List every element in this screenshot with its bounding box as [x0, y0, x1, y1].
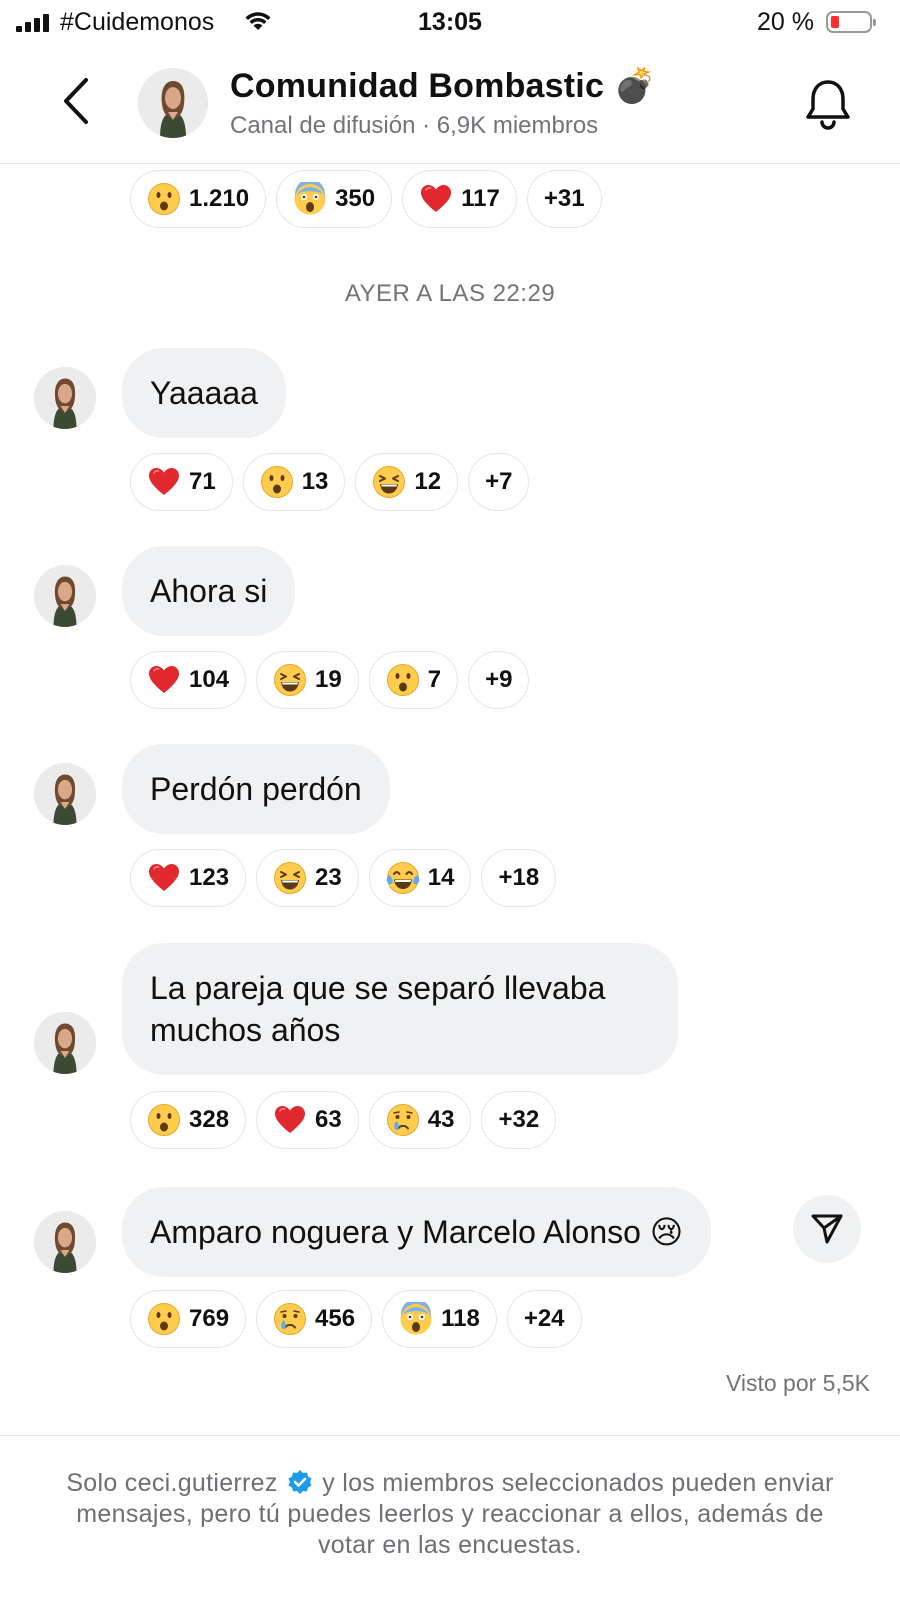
reaction-chip[interactable]: 14 — [368, 849, 472, 907]
reaction-bar: 71 13 12 +7 — [130, 453, 530, 511]
laughing-face-icon — [373, 466, 406, 498]
red-heart-icon — [149, 864, 179, 891]
laughing-face-icon — [274, 862, 307, 894]
crying-face-icon — [274, 1303, 307, 1335]
message-bubble[interactable]: Amparo noguera y Marcelo Alonso 😢 — [122, 1187, 712, 1277]
reaction-bar: 769 456 118 +24 — [130, 1290, 582, 1348]
reaction-bar: 1.210 350 117 +31 — [130, 170, 602, 228]
channel-header: Comunidad Bombastic 💣 Canal de difusión … — [0, 46, 900, 164]
channel-permissions-notice: Solo ceci.gutierrez y los miembros selec… — [60, 1468, 840, 1561]
sender-avatar[interactable] — [34, 763, 96, 825]
sender-avatar[interactable] — [34, 1211, 96, 1273]
message-bubble[interactable]: Ahora si — [122, 546, 296, 636]
more-reactions-chip[interactable]: +32 — [481, 1091, 557, 1149]
surprised-face-icon — [260, 466, 293, 498]
bell-icon — [806, 80, 850, 130]
surprised-face-icon — [148, 1104, 180, 1136]
reaction-chip[interactable]: 769 — [130, 1290, 247, 1348]
reaction-bar: 123 23 14 +18 — [130, 849, 557, 907]
crying-face-icon — [386, 1104, 419, 1136]
laughing-face-icon — [274, 664, 307, 696]
notice-text-start: Solo ceci.gutierrez — [66, 1469, 278, 1497]
screaming-face-icon — [400, 1302, 432, 1335]
seen-by-count[interactable]: Visto por 5,5K — [726, 1370, 870, 1397]
send-icon — [811, 1214, 843, 1244]
battery-icon — [826, 11, 876, 33]
more-reactions-chip[interactable]: +24 — [506, 1290, 582, 1348]
tears-of-joy-face-icon — [386, 862, 419, 894]
more-reactions-chip[interactable]: +7 — [468, 453, 530, 511]
more-reactions-chip[interactable]: +9 — [468, 651, 530, 709]
sender-avatar[interactable] — [34, 565, 96, 627]
more-reactions-chip[interactable]: +18 — [481, 849, 557, 907]
reaction-chip[interactable]: 71 — [130, 453, 233, 511]
surprised-face-icon — [148, 1303, 180, 1335]
red-heart-icon — [421, 185, 452, 212]
reaction-chip[interactable]: 19 — [256, 651, 359, 709]
chevron-left-icon — [64, 78, 88, 124]
reaction-chip[interactable]: 43 — [368, 1091, 472, 1149]
reaction-chip[interactable]: 12 — [355, 453, 459, 511]
verified-badge-icon — [288, 1470, 312, 1494]
reaction-bar: 328 63 43 +32 — [130, 1091, 557, 1149]
message-bubble[interactable]: Yaaaaa — [122, 348, 286, 438]
channel-avatar[interactable] — [138, 68, 208, 138]
red-heart-icon — [149, 468, 179, 495]
reaction-chip[interactable]: 63 — [256, 1091, 359, 1149]
reaction-chip[interactable]: 456 — [256, 1290, 373, 1348]
sender-avatar[interactable] — [34, 367, 96, 429]
channel-title: Comunidad Bombastic 💣 — [230, 67, 657, 105]
divider — [0, 1435, 900, 1436]
message-bubble[interactable]: Perdón perdón — [122, 744, 390, 834]
surprised-face-icon — [386, 664, 419, 696]
reaction-bar: 104 19 7 +9 — [130, 651, 530, 709]
status-bar: #Cuidemonos 13:05 20 % — [0, 0, 900, 46]
message-bubble[interactable]: La pareja que se separó llevaba muchos a… — [122, 943, 678, 1075]
more-reactions-chip[interactable]: +31 — [526, 170, 602, 228]
reaction-chip[interactable]: 118 — [382, 1290, 497, 1348]
battery-percent: 20 % — [757, 8, 814, 36]
reaction-chip[interactable]: 328 — [130, 1091, 247, 1149]
reaction-chip[interactable]: 23 — [256, 849, 359, 907]
sender-avatar[interactable] — [34, 1012, 96, 1074]
reaction-chip[interactable]: 1.210 — [130, 170, 267, 228]
red-heart-icon — [149, 666, 179, 693]
reaction-chip[interactable]: 350 — [276, 170, 393, 228]
notifications-button[interactable] — [800, 76, 856, 132]
reaction-chip[interactable]: 13 — [242, 453, 346, 511]
reaction-chip[interactable]: 123 — [130, 849, 247, 907]
surprised-face-icon — [148, 183, 180, 215]
reaction-chip[interactable]: 7 — [368, 651, 459, 709]
red-heart-icon — [275, 1106, 306, 1133]
date-separator: AYER A LAS 22:29 — [344, 280, 556, 307]
share-button[interactable] — [793, 1195, 861, 1263]
back-button[interactable] — [52, 72, 102, 130]
reaction-chip[interactable]: 117 — [402, 170, 517, 228]
reaction-chip[interactable]: 104 — [130, 651, 247, 709]
channel-subtitle: Canal de difusión · 6,9K miembros — [230, 112, 599, 139]
screaming-face-icon — [294, 182, 326, 215]
